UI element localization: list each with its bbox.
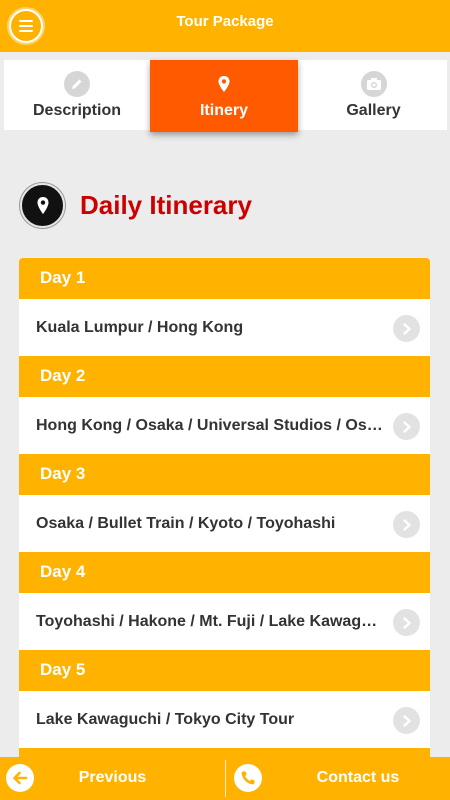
day-route: Hong Kong / Osaka / Universal Studios / … (36, 416, 386, 434)
day-item[interactable]: Osaka / Bullet Train / Kyoto / Toyohashi (19, 495, 430, 552)
day-item[interactable]: Lake Kawaguchi / Tokyo City Tour (19, 691, 430, 748)
contact-us-label: Contact us (316, 769, 400, 786)
tab-itinery-label: Itinery (199, 102, 248, 119)
arrow-left-icon (6, 764, 34, 792)
day-header: Day 2 (19, 356, 430, 397)
tab-gallery[interactable]: Gallery (300, 60, 447, 130)
previous-label: Previous (78, 769, 147, 786)
section-title: Daily Itinerary (80, 189, 252, 220)
section-heading: Daily Itinerary (20, 182, 252, 228)
camera-icon (360, 71, 387, 97)
day-header: Day 5 (19, 650, 430, 691)
pencil-icon (64, 71, 90, 97)
tab-itinery[interactable]: Itinery (150, 60, 298, 132)
day-route: Lake Kawaguchi / Tokyo City Tour (36, 710, 295, 728)
chevron-right-icon[interactable] (393, 609, 420, 636)
day-item[interactable]: Hong Kong / Osaka / Universal Studios / … (19, 397, 430, 454)
map-pin-icon (211, 71, 237, 97)
chevron-right-icon[interactable] (393, 707, 420, 734)
tab-description[interactable]: Description (4, 60, 150, 130)
top-app-bar: Tour Package (0, 0, 450, 52)
day-route: Toyohashi / Hakone / Mt. Fuji / Lake Kaw… (36, 612, 386, 630)
day-header: Day 3 (19, 454, 430, 495)
itinerary-list: Day 1 Kuala Lumpur / Hong Kong Day 2 Hon… (19, 258, 430, 758)
day-route: Kuala Lumpur / Hong Kong (36, 318, 244, 336)
previous-button[interactable]: Previous (0, 757, 225, 800)
chevron-right-icon[interactable] (393, 511, 420, 538)
chevron-right-icon[interactable] (393, 315, 420, 342)
day-route: Osaka / Bullet Train / Kyoto / Toyohashi (36, 514, 336, 532)
map-pin-icon (20, 182, 65, 228)
tab-bar: Description Itinery Gallery (4, 60, 447, 132)
day-item[interactable]: Toyohashi / Hakone / Mt. Fuji / Lake Kaw… (19, 593, 430, 650)
bottom-action-bar: Previous Contact us (0, 757, 450, 800)
tab-gallery-label: Gallery (346, 102, 401, 119)
day-header: Day 4 (19, 552, 430, 593)
day-item[interactable]: Kuala Lumpur / Hong Kong (19, 299, 430, 356)
day-header: Day 1 (19, 258, 430, 299)
chevron-right-icon[interactable] (393, 413, 420, 440)
contact-us-button[interactable]: Contact us (226, 757, 450, 800)
tab-description-label: Description (32, 102, 121, 119)
phone-icon (234, 764, 262, 792)
page-title: Tour Package (176, 13, 274, 30)
